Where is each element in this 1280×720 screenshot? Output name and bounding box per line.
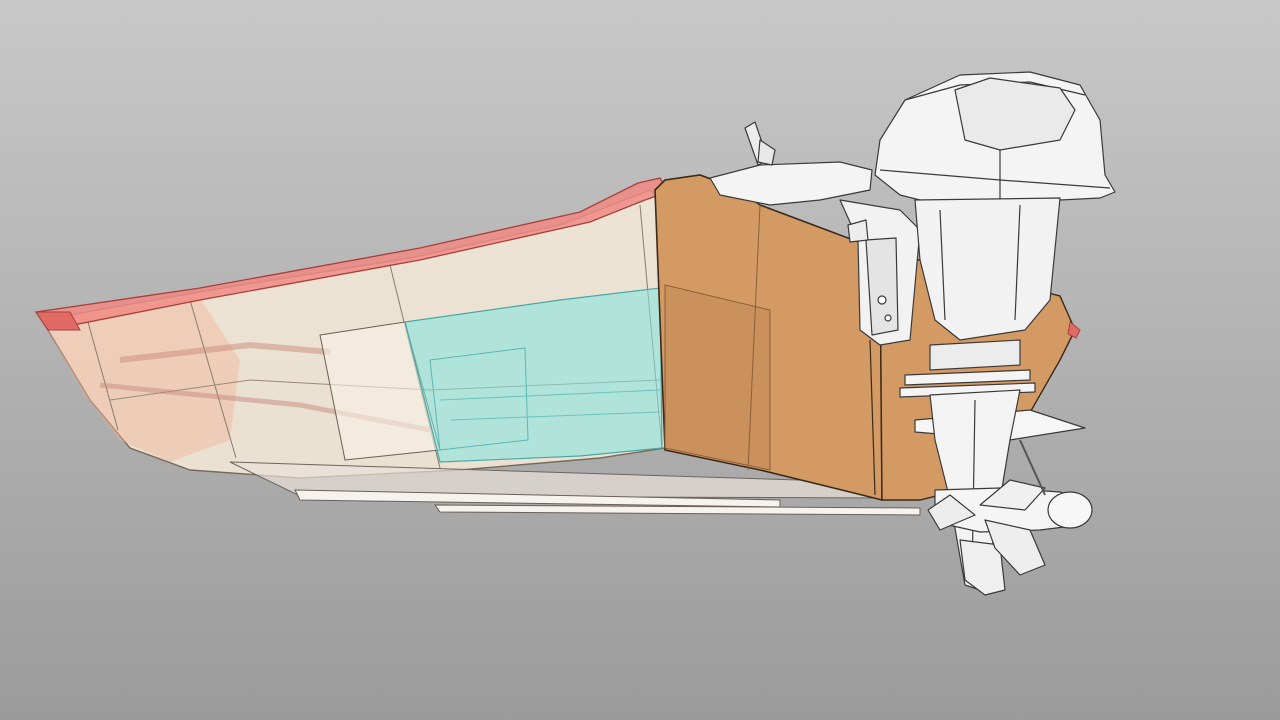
cad-viewport[interactable] (0, 0, 1280, 720)
boat-model-render (34, 71, 1116, 596)
